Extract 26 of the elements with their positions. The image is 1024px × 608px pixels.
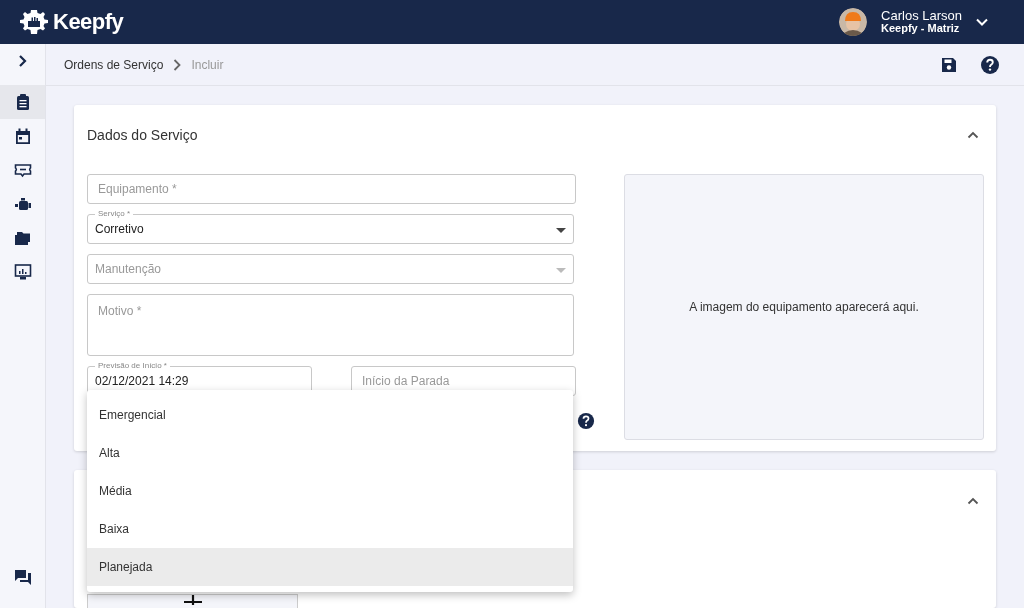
menu-option[interactable]: Baixa <box>87 510 573 548</box>
caret-icon <box>556 228 566 233</box>
menu-option[interactable]: Alta <box>87 434 573 472</box>
breadcrumb-current: Incluir <box>191 57 224 72</box>
user-name: Carlos Larson <box>881 9 962 22</box>
chevron-right-icon <box>17 55 28 67</box>
caret-icon <box>556 268 566 273</box>
avatar <box>839 8 868 36</box>
image-placeholder-text: A imagem do equipamento aparecerá aqui. <box>689 300 919 314</box>
menu-option[interactable]: Média <box>87 472 573 510</box>
plus-icon <box>183 595 202 605</box>
organization-name: Keepfy - Matriz <box>881 22 961 35</box>
gear-hand-icon <box>19 9 49 35</box>
help-icon[interactable] <box>577 412 595 430</box>
clipboard-icon[interactable] <box>0 85 45 119</box>
brand-name: Keepfy <box>53 9 124 35</box>
user-menu[interactable]: Carlos Larson Keepfy - Matriz <box>839 8 988 36</box>
menu-option[interactable]: Planejada <box>87 548 573 586</box>
question-mark-icon <box>980 54 1000 75</box>
menu-option[interactable]: Emergencial <box>87 396 573 434</box>
breadcrumb-link[interactable]: Ordens de Serviço <box>64 57 164 72</box>
chevron-up-icon[interactable] <box>967 497 979 505</box>
chevron-down-icon <box>976 18 988 26</box>
chevron-right-icon <box>173 58 182 71</box>
card-title: Dados do Serviço <box>87 127 198 143</box>
chevron-up-icon[interactable] <box>967 131 979 139</box>
